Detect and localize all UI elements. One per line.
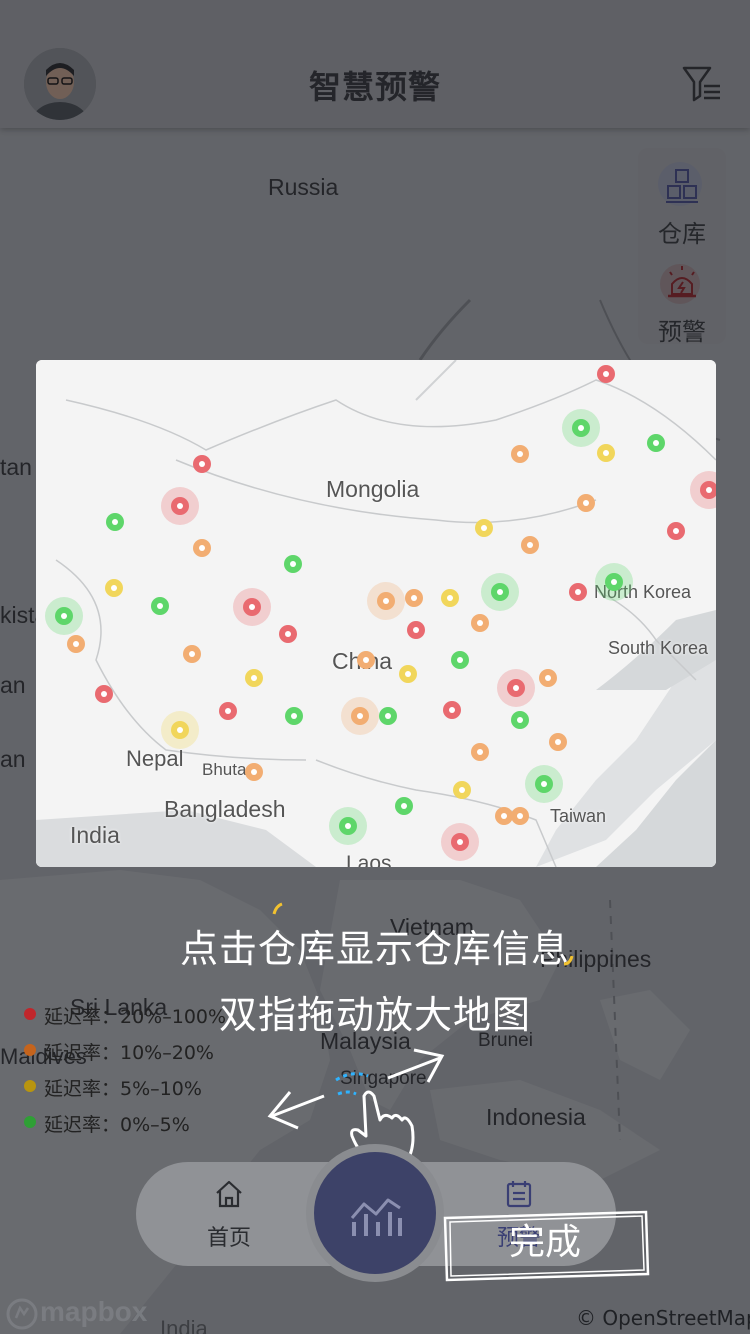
preview-label-nepal: Nepal	[126, 746, 184, 771]
warehouse-marker[interactable]	[605, 573, 623, 591]
tab-home[interactable]: 首页	[184, 1174, 274, 1256]
warehouse-marker[interactable]	[285, 707, 303, 725]
warehouse-marker[interactable]	[243, 598, 261, 616]
calendar-icon	[506, 1181, 532, 1208]
sparkle-icon	[563, 955, 574, 966]
warehouse-marker[interactable]	[151, 597, 169, 615]
warehouse-marker[interactable]	[572, 419, 590, 437]
warehouse-marker[interactable]	[549, 733, 567, 751]
warehouse-marker[interactable]	[171, 721, 189, 739]
warehouse-marker[interactable]	[407, 621, 425, 639]
warehouse-marker[interactable]	[471, 743, 489, 761]
warehouse-marker[interactable]	[193, 539, 211, 557]
warehouse-marker[interactable]	[597, 444, 615, 462]
warehouse-marker[interactable]	[284, 555, 302, 573]
warehouse-marker[interactable]	[441, 589, 459, 607]
warehouse-marker[interactable]	[597, 365, 615, 383]
legend-label: 延迟率：5%–10%	[44, 1078, 202, 1100]
warehouse-marker[interactable]	[521, 536, 539, 554]
warehouse-marker[interactable]	[471, 614, 489, 632]
analytics-center-button[interactable]	[306, 1144, 444, 1282]
preview-label-taiwan: Taiwan	[550, 806, 607, 826]
warehouse-marker[interactable]	[511, 445, 529, 463]
home-icon	[216, 1180, 242, 1208]
preview-label-south-korea: South Korea	[608, 638, 709, 658]
warehouse-marker[interactable]	[443, 701, 461, 719]
warehouse-marker[interactable]	[279, 625, 297, 643]
preview-label-india: India	[70, 822, 120, 848]
done-button[interactable]: 完成	[442, 1208, 650, 1282]
warehouse-marker[interactable]	[245, 669, 263, 687]
map-preview-card: Mongolia China North Korea South Korea N…	[36, 360, 716, 867]
legend-dot	[24, 1116, 36, 1128]
preview-label-laos: Laos	[346, 852, 392, 867]
legend-label: 延迟率：10%–20%	[44, 1042, 214, 1064]
legend-dot	[24, 1044, 36, 1056]
mapbox-wordmark: mapbox	[40, 1296, 148, 1327]
warehouse-marker[interactable]	[357, 651, 375, 669]
tab-home-label: 首页	[206, 1226, 251, 1251]
preview-label-bangladesh: Bangladesh	[164, 796, 286, 822]
sparkle-icon	[272, 902, 283, 915]
warehouse-marker[interactable]	[105, 579, 123, 597]
warehouse-marker[interactable]	[55, 607, 73, 625]
warehouse-marker[interactable]	[219, 702, 237, 720]
warehouse-marker[interactable]	[577, 494, 595, 512]
warehouse-marker[interactable]	[491, 583, 509, 601]
warehouse-marker[interactable]	[535, 775, 553, 793]
warehouse-marker[interactable]	[453, 781, 471, 799]
preview-label-mongolia: Mongolia	[326, 476, 420, 502]
osm-credit[interactable]: © OpenStreetMap	[576, 1306, 750, 1330]
warehouse-marker[interactable]	[395, 797, 413, 815]
warehouse-marker[interactable]	[647, 434, 665, 452]
legend-label: 延迟率：20%–100%	[44, 1006, 227, 1028]
warehouse-marker[interactable]	[193, 455, 211, 473]
warehouse-marker[interactable]	[475, 519, 493, 537]
chart-icon	[350, 1198, 402, 1236]
warehouse-marker[interactable]	[183, 645, 201, 663]
legend-dot	[24, 1008, 36, 1020]
legend-dot	[24, 1080, 36, 1092]
warehouse-marker[interactable]	[405, 589, 423, 607]
warehouse-marker[interactable]	[451, 833, 469, 851]
warehouse-marker[interactable]	[569, 583, 587, 601]
done-button-label: 完成	[508, 1222, 581, 1263]
warehouse-marker[interactable]	[539, 669, 557, 687]
warehouse-marker[interactable]	[339, 817, 357, 835]
warehouse-marker[interactable]	[507, 679, 525, 697]
warehouse-marker[interactable]	[351, 707, 369, 725]
warehouse-marker[interactable]	[700, 481, 716, 499]
warehouse-marker[interactable]	[379, 707, 397, 725]
warehouse-marker[interactable]	[245, 763, 263, 781]
warehouse-marker[interactable]	[377, 592, 395, 610]
warehouse-marker[interactable]	[106, 513, 124, 531]
guide-line-tap-warehouse: 点击仓库显示仓库信息	[179, 927, 570, 971]
warehouse-marker[interactable]	[399, 665, 417, 683]
warehouse-marker[interactable]	[67, 635, 85, 653]
warehouse-marker[interactable]	[511, 807, 529, 825]
mapbox-icon	[6, 1298, 38, 1330]
warehouse-marker[interactable]	[451, 651, 469, 669]
legend-label: 延迟率：0%–5%	[44, 1114, 190, 1136]
warehouse-marker[interactable]	[667, 522, 685, 540]
warehouse-marker[interactable]	[95, 685, 113, 703]
warehouse-marker[interactable]	[511, 711, 529, 729]
warehouse-marker[interactable]	[171, 497, 189, 515]
